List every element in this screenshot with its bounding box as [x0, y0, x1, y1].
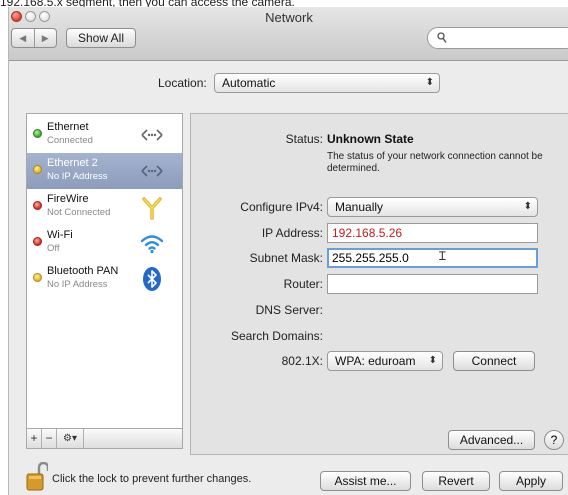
status-dot-icon [33, 165, 42, 174]
service-item-ethernet[interactable]: Ethernet Connected [27, 117, 182, 153]
service-name: Bluetooth PAN [47, 265, 119, 277]
nav-back-forward: ◀ ▶ [11, 28, 57, 48]
service-item-bluetooth-pan[interactable]: Bluetooth PAN No IP Address [27, 261, 182, 297]
firewire-icon [142, 197, 162, 220]
bluetooth-icon [143, 267, 161, 291]
service-name: Ethernet [47, 121, 89, 133]
service-name: FireWire [47, 193, 89, 205]
status-dot-icon [33, 273, 42, 282]
ip-address-label: IP Address: [261, 226, 323, 240]
8021x-label: 802.1X: [281, 354, 323, 368]
forward-arrow-icon[interactable]: ▶ [35, 29, 57, 47]
configure-ipv4-select[interactable]: Manually ⬍ [327, 197, 538, 217]
status-value: Unknown State [327, 132, 414, 146]
chevron-updown-icon: ⬍ [428, 355, 437, 366]
remove-service-button[interactable]: − [42, 429, 57, 448]
chevron-updown-icon: ⬍ [425, 77, 434, 88]
configure-ipv4-label: Configure IPv4: [240, 200, 323, 214]
lock-hint-text: Click the lock to prevent further change… [52, 473, 252, 485]
status-dot-icon [33, 237, 42, 246]
service-item-ethernet-2[interactable]: Ethernet 2 No IP Address [27, 153, 182, 189]
dns-server-label: DNS Server: [255, 303, 323, 317]
service-status: No IP Address [47, 279, 108, 290]
status-note: The status of your network connection ca… [327, 151, 543, 174]
connect-button[interactable]: Connect [453, 351, 535, 371]
subnet-mask-field[interactable]: 255.255.255.0 Ɪ [327, 248, 538, 268]
chevron-updown-icon: ⬍ [523, 201, 532, 212]
service-status: Off [47, 243, 60, 254]
search-domains-label: Search Domains: [230, 329, 323, 343]
advanced-button[interactable]: Advanced... [448, 430, 535, 450]
search-icon [437, 32, 447, 47]
service-detail-panel: Status: Unknown State The status of your… [190, 113, 568, 455]
service-name: Wi-Fi [47, 229, 73, 241]
status-label: Status: [285, 132, 323, 146]
router-field[interactable] [327, 274, 538, 294]
location-value: Automatic [222, 76, 276, 90]
apply-button[interactable]: Apply [499, 471, 563, 491]
ip-address-field[interactable]: 192.168.5.26 [327, 223, 538, 243]
service-list: Ethernet Connected Ethernet 2 No IP Addr… [26, 113, 183, 429]
location-label: Location: [158, 76, 207, 90]
wifi-icon [140, 235, 164, 254]
text-cursor-icon: Ɪ [439, 249, 446, 263]
back-arrow-icon[interactable]: ◀ [12, 29, 35, 47]
subnet-mask-label: Subnet Mask: [249, 251, 323, 265]
8021x-value: WPA: eduroam [335, 354, 416, 368]
service-item-wifi[interactable]: Wi-Fi Off [27, 225, 182, 261]
service-list-actions: + − ⚙▾ [26, 429, 183, 449]
ethernet-icon [141, 165, 163, 177]
status-dot-icon [33, 201, 42, 210]
window-title: Network [265, 10, 313, 25]
service-item-firewire[interactable]: FireWire Not Connected [27, 189, 182, 225]
network-window: Network ◀ ▶ Show All Location: Automatic… [8, 7, 568, 495]
titlebar: Network ◀ ▶ Show All [9, 7, 568, 61]
8021x-select[interactable]: WPA: eduroam ⬍ [327, 351, 443, 371]
show-all-button[interactable]: Show All [66, 28, 136, 48]
help-button[interactable]: ? [544, 430, 564, 450]
ethernet-icon [141, 129, 163, 141]
lock-icon[interactable] [26, 462, 48, 492]
service-status: No IP Address [47, 171, 108, 182]
add-service-button[interactable]: + [27, 429, 42, 448]
search-input[interactable] [427, 27, 568, 49]
router-label: Router: [283, 277, 323, 291]
service-name: Ethernet 2 [47, 157, 98, 169]
gear-menu-button[interactable]: ⚙▾ [57, 429, 84, 448]
service-status: Not Connected [47, 207, 111, 218]
revert-button[interactable]: Revert [422, 471, 490, 491]
configure-ipv4-value: Manually [335, 200, 384, 214]
location-select[interactable]: Automatic ⬍ [214, 73, 440, 93]
subnet-mask-value: 255.255.255.0 [332, 251, 409, 265]
status-dot-icon [33, 129, 42, 138]
assist-me-button[interactable]: Assist me... [320, 471, 411, 491]
service-status: Connected [47, 135, 93, 146]
